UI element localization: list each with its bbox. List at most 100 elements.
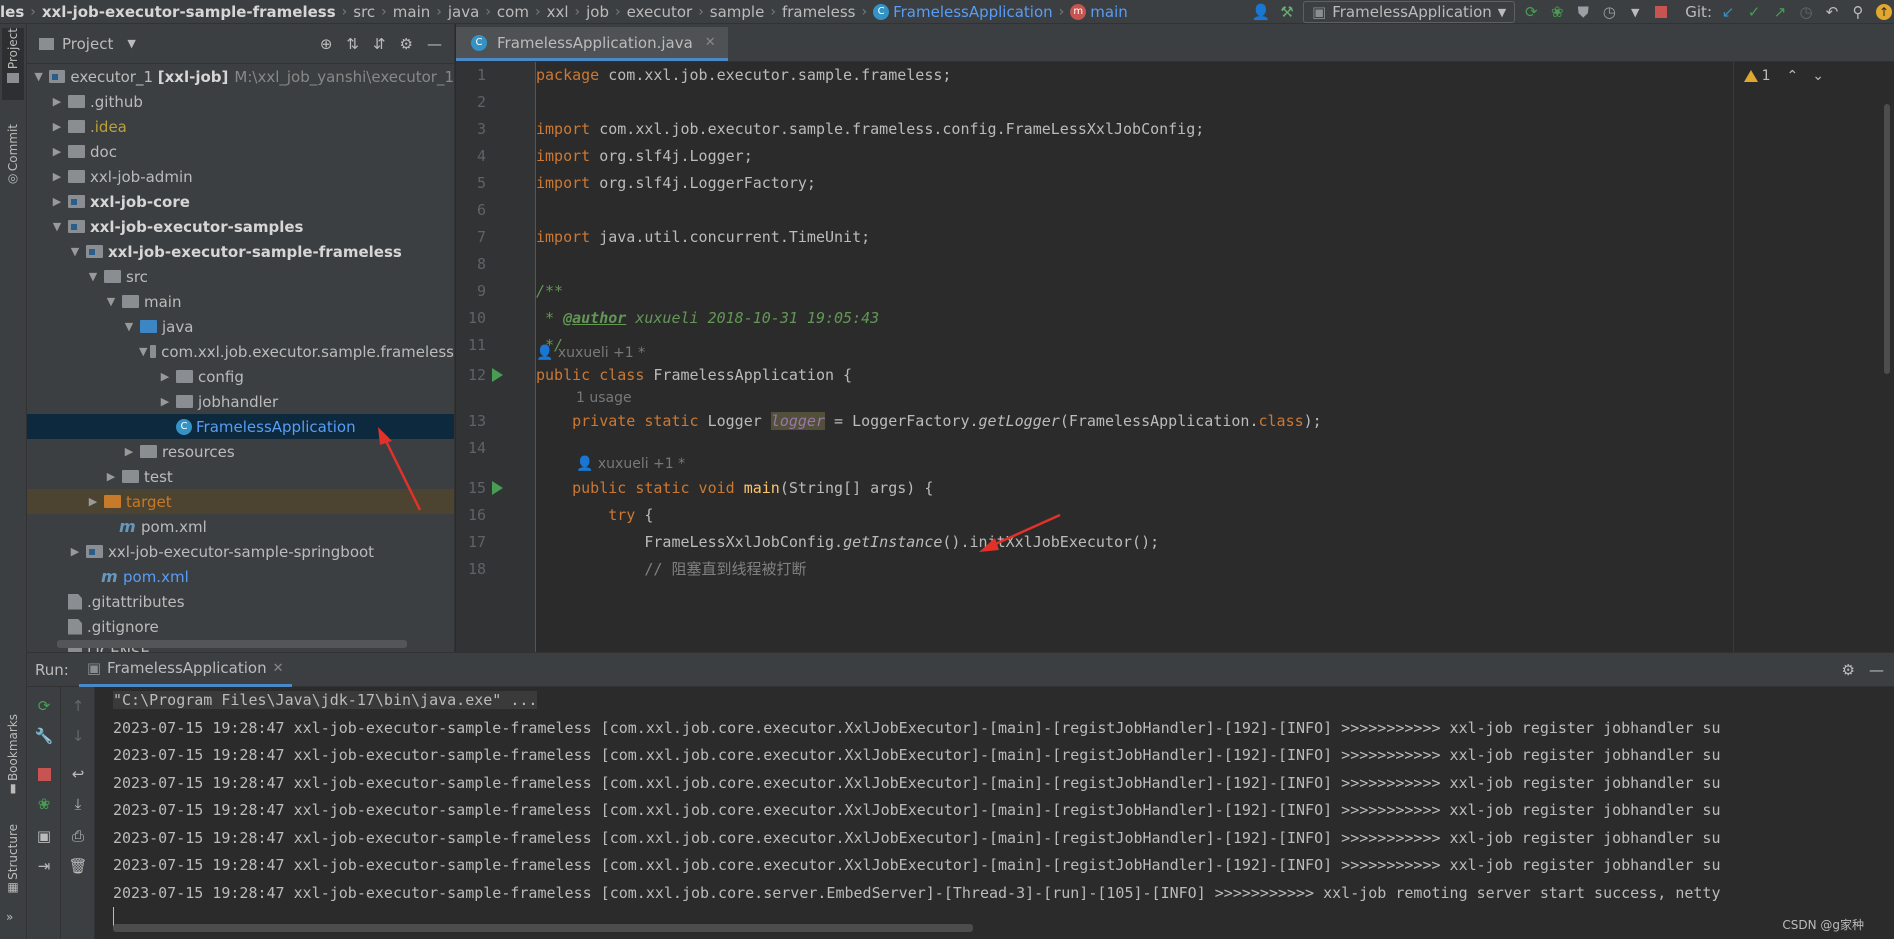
run-gutter-icon[interactable] <box>492 481 503 495</box>
tree-item-resources[interactable]: ▶ resources <box>27 439 454 464</box>
minimize-icon[interactable]: — <box>427 35 442 53</box>
wrench-icon[interactable]: 🔧 <box>35 727 54 745</box>
profile-icon[interactable]: ◷ <box>1599 2 1619 22</box>
tree-item-doc[interactable]: ▶ doc <box>27 139 454 164</box>
chevron-down-icon[interactable]: ⌄ <box>1812 68 1824 84</box>
more-tools-icon[interactable]: » <box>6 910 13 924</box>
rerun-icon[interactable]: ⟳ <box>1521 2 1541 22</box>
breadcrumb-class[interactable]: C FramelessApplication › <box>873 3 1070 21</box>
tree-item-target[interactable]: ▶ target <box>27 489 454 514</box>
horizontal-scrollbar[interactable] <box>113 924 973 932</box>
soft-wrap-icon[interactable]: ↩ <box>69 765 87 783</box>
stop-icon[interactable] <box>35 765 53 783</box>
breadcrumb-module[interactable]: xxl-job-executor-sample-frameless › <box>42 3 353 21</box>
tree-item-java[interactable]: ▼ java <box>27 314 454 339</box>
tree-item-pom-frameless[interactable]: m pom.xml <box>27 514 454 539</box>
tree-item-main[interactable]: ▼ main <box>27 289 454 314</box>
tree-item-root[interactable]: ▼ executor_1 [xxl-job] M:\xxl_job_yanshi… <box>27 64 454 89</box>
tree-item-test[interactable]: ▶ test <box>27 464 454 489</box>
run-tab-frameless-application[interactable]: ▣ FramelessApplication ✕ <box>78 652 292 687</box>
tree-item-xxl-job-admin[interactable]: ▶ xxl-job-admin <box>27 164 454 189</box>
breadcrumb-java[interactable]: java › <box>448 3 497 21</box>
chevron-down-icon[interactable]: ▼ <box>1625 2 1645 22</box>
breadcrumb-src[interactable]: src › <box>353 3 393 21</box>
close-icon[interactable]: ✕ <box>705 35 716 50</box>
tree-item-sample-frameless[interactable]: ▼ xxl-job-executor-sample-frameless <box>27 239 454 264</box>
code-area[interactable]: 1 package com.xxl.job.executor.sample.fra… <box>456 62 1894 652</box>
tree-item-gitignore[interactable]: .gitignore <box>27 614 454 639</box>
tree-item-idea[interactable]: ▶ .idea <box>27 114 454 139</box>
gear-icon[interactable]: ⚙ <box>1842 661 1855 679</box>
git-update-icon[interactable]: ↙ <box>1718 2 1738 22</box>
chevron-right-icon: ▶ <box>88 495 98 508</box>
code-line: 18 // 阻塞直到线程被打断 <box>456 556 1894 583</box>
build-hammer-icon[interactable]: ⚒ <box>1277 2 1297 22</box>
stop-icon[interactable] <box>1651 2 1671 22</box>
usage-inlay-hint[interactable]: 1 usage <box>576 387 632 409</box>
horizontal-scrollbar[interactable] <box>57 640 407 648</box>
debug-icon[interactable]: ❀ <box>35 795 53 813</box>
chevron-down-icon[interactable]: ▼ <box>127 37 135 50</box>
history-icon[interactable]: ◷ <box>1796 2 1816 22</box>
vertical-scrollbar[interactable] <box>1884 104 1890 374</box>
breadcrumb-com[interactable]: com › <box>497 3 547 21</box>
print-icon[interactable]: ⎙ <box>69 827 87 845</box>
rerun-icon[interactable]: ⟳ <box>35 697 53 715</box>
rollback-icon[interactable]: ↶ <box>1822 2 1842 22</box>
coverage-icon[interactable]: ⛊ <box>1573 2 1593 22</box>
inspection-widget[interactable]: 1 ⌃ ⌄ <box>1743 68 1824 84</box>
tree-item-xxl-job-executor-samples[interactable]: ▼ xxl-job-executor-samples <box>27 214 454 239</box>
close-icon[interactable]: ✕ <box>273 661 284 676</box>
scroll-to-end-icon[interactable]: ⤓ <box>69 795 87 813</box>
arrow-up-icon[interactable]: ↑ <box>69 697 87 715</box>
structure-tool-tab[interactable]: Structure ▦ <box>2 824 24 914</box>
arrow-down-icon[interactable]: ↓ <box>69 727 87 745</box>
breadcrumb-frameless[interactable]: frameless › <box>782 3 873 21</box>
tree-item-gitattributes[interactable]: .gitattributes <box>27 589 454 614</box>
tree-item-src[interactable]: ▼ src <box>27 264 454 289</box>
breadcrumb-main[interactable]: main › <box>393 3 448 21</box>
camera-icon[interactable]: ▣ <box>35 827 53 845</box>
editor-tab-frameless-application[interactable]: C FramelessApplication.java ✕ <box>456 27 728 61</box>
tree-item-jobhandler[interactable]: ▶ jobhandler <box>27 389 454 414</box>
bookmarks-tool-tab[interactable]: Bookmarks ▮ <box>2 714 24 804</box>
run-gutter-icon[interactable] <box>492 368 503 382</box>
code-line: 1 package com.xxl.job.executor.sample.fra… <box>456 62 1894 89</box>
exit-icon[interactable]: ⇥ <box>35 857 53 875</box>
collapse-all-icon[interactable]: ⇵ <box>373 35 386 53</box>
locate-icon[interactable]: ⊕ <box>320 35 333 53</box>
git-commit-icon[interactable]: ✓ <box>1744 2 1764 22</box>
tree-item-config[interactable]: ▶ config <box>27 364 454 389</box>
git-push-icon[interactable]: ↗ <box>1770 2 1790 22</box>
debug-icon[interactable]: ❀ <box>1547 2 1567 22</box>
trash-icon[interactable]: 🗑 <box>68 857 87 875</box>
tree-item-sample-springboot[interactable]: ▶ xxl-job-executor-sample-springboot <box>27 539 454 564</box>
user-icon[interactable]: 👤 <box>1251 2 1271 22</box>
breadcrumb-executor[interactable]: executor › <box>627 3 710 21</box>
project-tool-tab[interactable]: Project <box>2 28 24 100</box>
tree-item-package[interactable]: ▼ com.xxl.job.executor.sample.frameless <box>27 339 454 364</box>
search-icon[interactable]: ⚲ <box>1848 2 1868 22</box>
chevron-up-icon[interactable]: ⌃ <box>1787 68 1799 84</box>
console-output[interactable]: "C:\Program Files\Java\jdk-17\bin\java.e… <box>113 687 1894 939</box>
code-token: package <box>536 66 600 84</box>
tree-item-frameless-application[interactable]: C FramelessApplication <box>27 414 454 439</box>
author-inlay-hint[interactable]: 👤 xuxueli +1 * <box>576 453 685 475</box>
tree-item-github[interactable]: ▶ .github <box>27 89 454 114</box>
update-icon[interactable]: ↑ <box>1874 2 1894 22</box>
tree-item-label: jobhandler <box>198 392 279 411</box>
minimize-icon[interactable]: — <box>1869 661 1884 679</box>
commit-tool-tab[interactable]: Commit ◎ <box>2 124 24 204</box>
breadcrumb-method[interactable]: m main <box>1070 3 1128 21</box>
expand-all-icon[interactable]: ⇅ <box>346 35 359 53</box>
project-view-title[interactable]: Project <box>62 35 113 53</box>
run-configuration-select[interactable]: ▣ FramelessApplication ▼ <box>1303 1 1516 23</box>
breadcrumb-job[interactable]: job › <box>586 3 626 21</box>
tree-item-pom-samples[interactable]: m pom.xml <box>27 564 454 589</box>
breadcrumb-xxl[interactable]: xxl › <box>547 3 587 21</box>
gear-icon[interactable]: ⚙ <box>400 35 413 53</box>
breadcrumb-sample[interactable]: sample › <box>710 3 782 21</box>
breadcrumb-project[interactable]: les › <box>0 3 42 21</box>
tree-item-xxl-job-core[interactable]: ▶ xxl-job-core <box>27 189 454 214</box>
author-inlay-hint[interactable]: 👤 xuxueli +1 * <box>536 342 645 364</box>
